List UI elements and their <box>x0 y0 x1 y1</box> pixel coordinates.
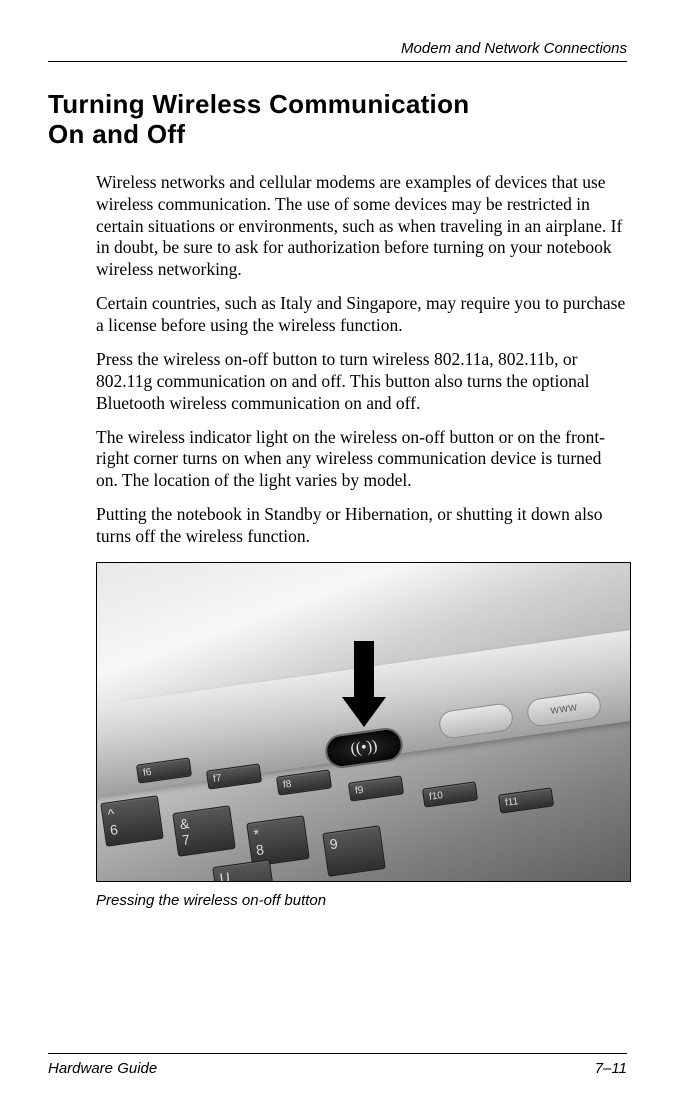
key-f9: f9 <box>348 775 404 801</box>
figure-caption: Pressing the wireless on-off button <box>96 892 627 909</box>
key-star-8: *8 <box>246 815 310 867</box>
key-f10: f10 <box>422 781 478 807</box>
arrow-down-icon <box>342 697 386 727</box>
heading-line-2: On and Off <box>48 119 185 149</box>
key-f11: f11 <box>498 787 554 813</box>
arrow-shaft <box>354 641 374 697</box>
paragraph-3: Press the wireless on-off button to turn… <box>96 349 627 415</box>
key-9: 9 <box>322 825 386 877</box>
footer-rule <box>48 1053 627 1054</box>
chapter-title: Modem and Network Connections <box>401 40 627 57</box>
running-header: Modem and Network Connections <box>48 40 627 57</box>
wireless-icon: ((•)) <box>349 737 378 759</box>
heading-line-1: Turning Wireless Communication <box>48 89 469 119</box>
key-f8: f8 <box>276 769 332 795</box>
key-caret-6: ^6 <box>100 795 164 847</box>
page-footer: Hardware Guide 7–11 <box>48 1053 627 1077</box>
paragraph-5: Putting the notebook in Standby or Hiber… <box>96 504 627 548</box>
figure-illustration: WWW ((•)) f6 f7 f8 f9 f10 f11 ^6 &7 *8 9… <box>96 562 631 882</box>
doc-title: Hardware Guide <box>48 1060 157 1077</box>
page-number: 7–11 <box>595 1060 627 1077</box>
key-amp-7: &7 <box>172 805 236 857</box>
paragraph-2: Certain countries, such as Italy and Sin… <box>96 293 627 337</box>
paragraph-4: The wireless indicator light on the wire… <box>96 427 627 493</box>
key-u: U <box>212 859 276 882</box>
header-rule <box>48 61 627 62</box>
section-heading: Turning Wireless Communication On and Of… <box>48 90 627 150</box>
body-content: Wireless networks and cellular modems ar… <box>48 172 627 909</box>
paragraph-1: Wireless networks and cellular modems ar… <box>96 172 627 281</box>
